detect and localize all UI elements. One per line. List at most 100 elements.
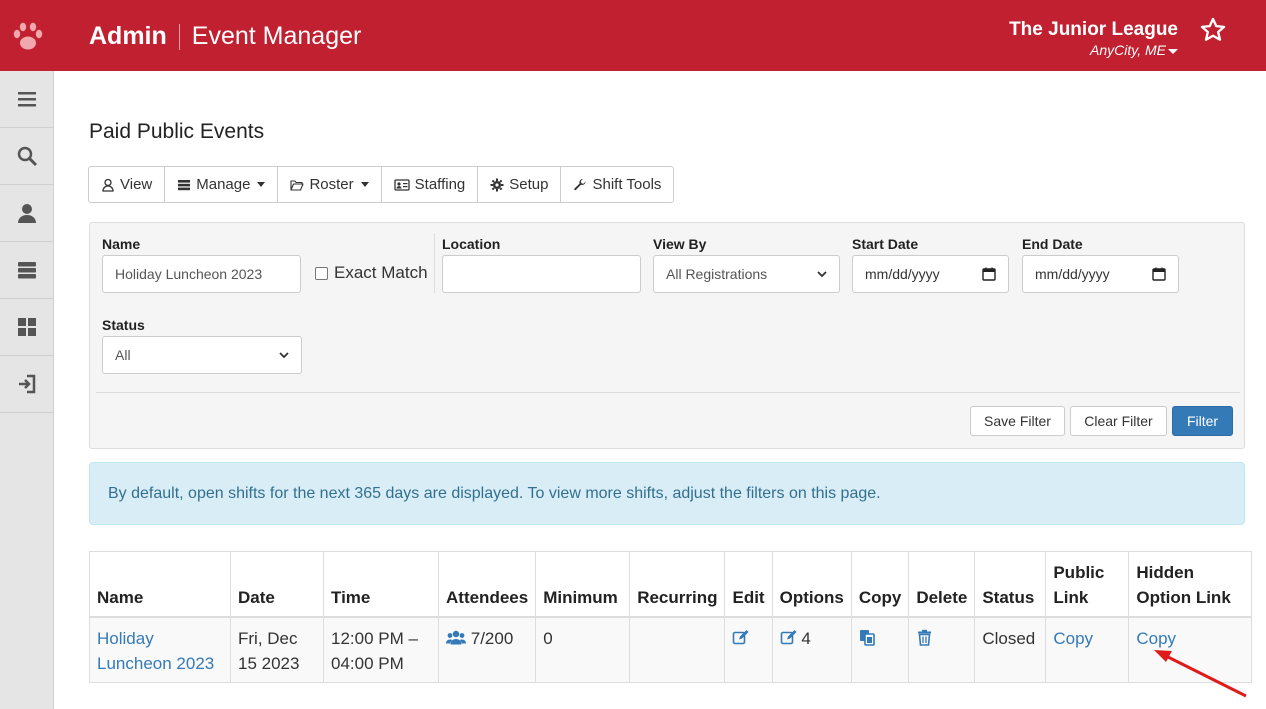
status-select[interactable]: All bbox=[102, 336, 302, 374]
dashboard-icon bbox=[18, 318, 36, 336]
sidebar-item-server[interactable] bbox=[0, 242, 54, 299]
brand[interactable]: Admin Event Manager bbox=[89, 22, 361, 51]
start-date-placeholder: mm/dd/yyyy bbox=[865, 266, 940, 282]
end-date-placeholder: mm/dd/yyyy bbox=[1035, 266, 1110, 282]
col-header-hidden-option-link: Hidden Option Link bbox=[1128, 551, 1253, 618]
sidebar-item-menu[interactable] bbox=[0, 71, 54, 128]
public-link-copy[interactable]: Copy bbox=[1053, 629, 1093, 648]
end-date-input[interactable]: mm/dd/yyyy bbox=[1022, 255, 1179, 293]
admin-label: Admin bbox=[89, 22, 167, 50]
top-navbar: Admin Event Manager The Junior League An… bbox=[0, 0, 1266, 71]
chevron-down-icon bbox=[279, 352, 289, 359]
col-header-options: Options bbox=[771, 551, 852, 618]
col-header-minimum[interactable]: Minimum bbox=[535, 551, 631, 618]
page-title: Paid Public Events bbox=[89, 120, 265, 143]
copy-icon[interactable] bbox=[859, 629, 876, 646]
filter-panel: Name Holiday Luncheon 2023 Exact Match L… bbox=[89, 222, 1245, 449]
divider bbox=[96, 392, 1240, 393]
col-header-attendees[interactable]: Attendees bbox=[437, 551, 537, 618]
roster-dropdown[interactable]: Roster bbox=[278, 167, 382, 202]
sidebar-item-search[interactable] bbox=[0, 128, 54, 185]
sign-in-icon bbox=[19, 374, 36, 394]
info-alert-text: By default, open shifts for the next 365… bbox=[108, 485, 881, 502]
cell-time: 12:00 PM – 04:00 PM bbox=[323, 616, 439, 683]
view-button[interactable]: View bbox=[89, 167, 166, 202]
list-icon bbox=[178, 179, 191, 190]
user-icon bbox=[18, 204, 36, 223]
sidebar-item-dashboard[interactable] bbox=[0, 299, 54, 356]
org-switcher[interactable]: The Junior League AnyCity, ME bbox=[1009, 19, 1178, 58]
clear-filter-button[interactable]: Clear Filter bbox=[1070, 406, 1167, 436]
divider bbox=[434, 233, 435, 293]
status-label: Status bbox=[102, 317, 145, 333]
col-header-recurring[interactable]: Recurring bbox=[629, 551, 726, 618]
org-city[interactable]: AnyCity, ME bbox=[1009, 42, 1178, 58]
cell-recurring bbox=[629, 616, 726, 683]
table-header-row: Name Date Time Attendees Minimum Recurri… bbox=[89, 551, 1253, 618]
end-date-label: End Date bbox=[1022, 236, 1083, 252]
caret-down-icon bbox=[257, 182, 266, 187]
col-header-delete: Delete bbox=[908, 551, 976, 618]
options-count: 4 bbox=[801, 628, 811, 648]
cell-name: Holiday Luncheon 2023 bbox=[89, 616, 231, 683]
staffing-button[interactable]: Staffing bbox=[382, 167, 479, 202]
setup-label: Setup bbox=[509, 176, 549, 193]
menu-icon bbox=[18, 92, 36, 107]
manage-dropdown[interactable]: Manage bbox=[165, 167, 279, 202]
gear-icon bbox=[490, 178, 504, 191]
start-date-input[interactable]: mm/dd/yyyy bbox=[852, 255, 1009, 293]
table-row: Holiday Luncheon 2023 Fri, Dec 15 2023 1… bbox=[89, 616, 1253, 683]
sidebar bbox=[0, 71, 54, 709]
star-icon[interactable] bbox=[1199, 16, 1227, 44]
chevron-down-icon bbox=[817, 271, 827, 278]
caret-down-icon bbox=[360, 182, 369, 187]
exact-match-checkbox[interactable]: Exact Match bbox=[315, 263, 428, 283]
col-header-date[interactable]: Date bbox=[230, 551, 324, 618]
edit-icon[interactable] bbox=[732, 629, 749, 646]
folder-open-icon bbox=[290, 179, 305, 191]
shift-tools-button[interactable]: Shift Tools bbox=[561, 167, 673, 202]
col-header-name[interactable]: Name bbox=[89, 551, 231, 618]
staffing-label: Staffing bbox=[414, 176, 466, 193]
view-by-select[interactable]: All Registrations bbox=[653, 255, 840, 293]
name-label: Name bbox=[102, 236, 141, 252]
col-header-copy: Copy bbox=[850, 551, 910, 618]
sidebar-item-user[interactable] bbox=[0, 185, 54, 242]
save-filter-button[interactable]: Save Filter bbox=[970, 406, 1065, 436]
calendar-icon[interactable] bbox=[1152, 267, 1166, 281]
location-label: Location bbox=[442, 236, 501, 252]
location-input[interactable] bbox=[442, 255, 641, 293]
trash-icon[interactable] bbox=[916, 629, 933, 646]
event-name-link[interactable]: Holiday Luncheon 2023 bbox=[97, 629, 214, 673]
paw-logo-icon[interactable] bbox=[10, 18, 46, 54]
annotation-arrow-icon bbox=[1154, 650, 1247, 698]
start-date-label: Start Date bbox=[852, 236, 919, 252]
setup-button[interactable]: Setup bbox=[478, 167, 562, 202]
cell-attendees[interactable]: 7/200 bbox=[437, 616, 537, 683]
roster-label: Roster bbox=[309, 176, 354, 193]
id-card-icon bbox=[394, 178, 410, 191]
view-by-value: All Registrations bbox=[666, 266, 768, 282]
cell-edit bbox=[724, 616, 773, 683]
manage-label: Manage bbox=[196, 176, 251, 193]
col-header-edit: Edit bbox=[724, 551, 773, 618]
info-alert: By default, open shifts for the next 365… bbox=[89, 462, 1245, 525]
app-title: Event Manager bbox=[191, 22, 362, 50]
cell-date: Fri, Dec 15 2023 bbox=[230, 616, 324, 683]
filter-button[interactable]: Filter bbox=[1172, 406, 1233, 436]
shift-tools-label: Shift Tools bbox=[592, 176, 662, 193]
users-icon bbox=[446, 630, 466, 644]
cell-minimum: 0 bbox=[535, 616, 631, 683]
checkbox-icon bbox=[315, 266, 328, 280]
calendar-icon[interactable] bbox=[982, 267, 996, 281]
col-header-public-link: Public Link bbox=[1045, 551, 1130, 618]
col-header-time[interactable]: Time bbox=[323, 551, 439, 618]
cell-copy bbox=[850, 616, 910, 683]
cell-options[interactable]: 4 bbox=[771, 616, 852, 683]
sidebar-item-sign-in[interactable] bbox=[0, 356, 54, 413]
exact-match-label: Exact Match bbox=[334, 263, 428, 282]
col-header-status[interactable]: Status bbox=[974, 551, 1047, 618]
toolbar: View Manage Roster Staffing Setup Shift … bbox=[88, 166, 675, 203]
status-value: All bbox=[115, 347, 131, 363]
name-input[interactable]: Holiday Luncheon 2023 bbox=[102, 255, 301, 293]
